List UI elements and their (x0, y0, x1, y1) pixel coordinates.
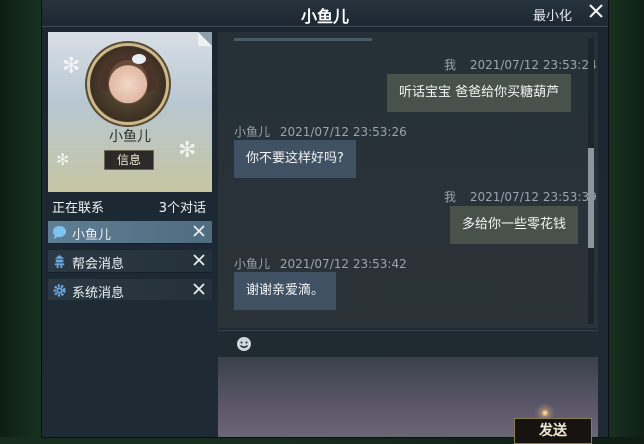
gear-icon (53, 284, 66, 297)
guild-tower-icon (54, 254, 65, 269)
avatar-face (108, 60, 148, 104)
conversation-label: 小鱼儿 (72, 228, 112, 243)
message-bubble-mine[interactable]: 听话宝宝 爸爸给你买糖葫芦 (387, 74, 572, 112)
message-sender: 我 (444, 190, 457, 204)
game-background-right (604, 0, 644, 437)
profile-name: 小鱼儿 (109, 129, 151, 145)
conversation-item-xiaoyuer[interactable]: 小鱼儿 (48, 221, 212, 244)
conversation-label: 系统消息 (72, 286, 125, 301)
contacts-heading: 正在联系 (52, 201, 105, 216)
message-meta: 小鱼儿 2021/07/12 23:53:26 (234, 123, 407, 140)
message-bubble-other[interactable]: 谢谢亲爱滴。 (234, 272, 337, 310)
chat-bubble-icon (52, 225, 67, 240)
close-conversation-icon[interactable] (192, 253, 206, 267)
message-meta: 我 2021/07/12 23:53:39 (444, 188, 597, 205)
message-bubble-mine[interactable]: 多给你一些零花钱 (450, 206, 579, 244)
previous-message-edge (234, 38, 372, 41)
smiley-icon[interactable] (236, 336, 252, 352)
message-time: 2021/07/12 23:53:24 (469, 58, 597, 72)
avatar-bow (132, 54, 146, 64)
scrollbar-thumb[interactable] (588, 148, 594, 248)
chat-window: 小鱼儿 最小化 ✻ ✻ ✻ 小鱼儿 信息 正在联系 3个对话 小鱼儿 帮会消息 … (42, 0, 608, 444)
message-sender: 我 (444, 58, 457, 72)
message-bubble-other[interactable]: 你不要这样好吗? (234, 140, 356, 178)
info-button[interactable]: 信息 (104, 150, 154, 170)
chat-scrollbar[interactable] (588, 38, 594, 324)
message-meta: 我 2021/07/12 23:53:24 (444, 56, 597, 73)
message-meta: 小鱼儿 2021/07/12 23:53:42 (234, 255, 407, 272)
contacts-empty-area (48, 300, 212, 437)
close-icon (589, 4, 603, 18)
send-button[interactable]: 发送 (514, 418, 592, 444)
message-sender: 小鱼儿 (234, 125, 271, 139)
dandelion-decoration: ✻ (62, 54, 81, 79)
conversation-item-system[interactable]: 系统消息 (48, 279, 212, 302)
message-time: 2021/07/12 23:53:42 (279, 257, 407, 271)
window-title: 小鱼儿 (300, 7, 349, 26)
message-time: 2021/07/12 23:53:39 (469, 190, 597, 204)
message-sender: 小鱼儿 (234, 257, 271, 271)
conversation-label: 帮会消息 (72, 257, 125, 272)
close-conversation-icon[interactable] (192, 282, 206, 296)
sparkle-decoration (542, 410, 548, 416)
avatar[interactable] (90, 46, 166, 122)
message-time: 2021/07/12 23:53:26 (279, 125, 407, 139)
message-history[interactable]: 我 2021/07/12 23:53:24 听话宝宝 爸爸给你买糖葫芦 小鱼儿 … (218, 32, 598, 328)
contacts-header: 正在联系 3个对话 (48, 194, 212, 216)
dandelion-decoration: ✻ (56, 150, 70, 169)
composer-toolbar (218, 330, 598, 357)
close-button[interactable] (587, 2, 605, 22)
minimize-button[interactable]: 最小化 (533, 5, 572, 24)
close-conversation-icon[interactable] (192, 224, 206, 238)
game-background-left (0, 0, 42, 437)
title-bar[interactable]: 小鱼儿 最小化 (42, 0, 608, 27)
profile-card: ✻ ✻ ✻ 小鱼儿 信息 (48, 32, 212, 192)
conversation-item-guild[interactable]: 帮会消息 (48, 250, 212, 273)
conversation-count: 3个对话 (158, 201, 206, 216)
page-fold-corner (198, 32, 212, 46)
